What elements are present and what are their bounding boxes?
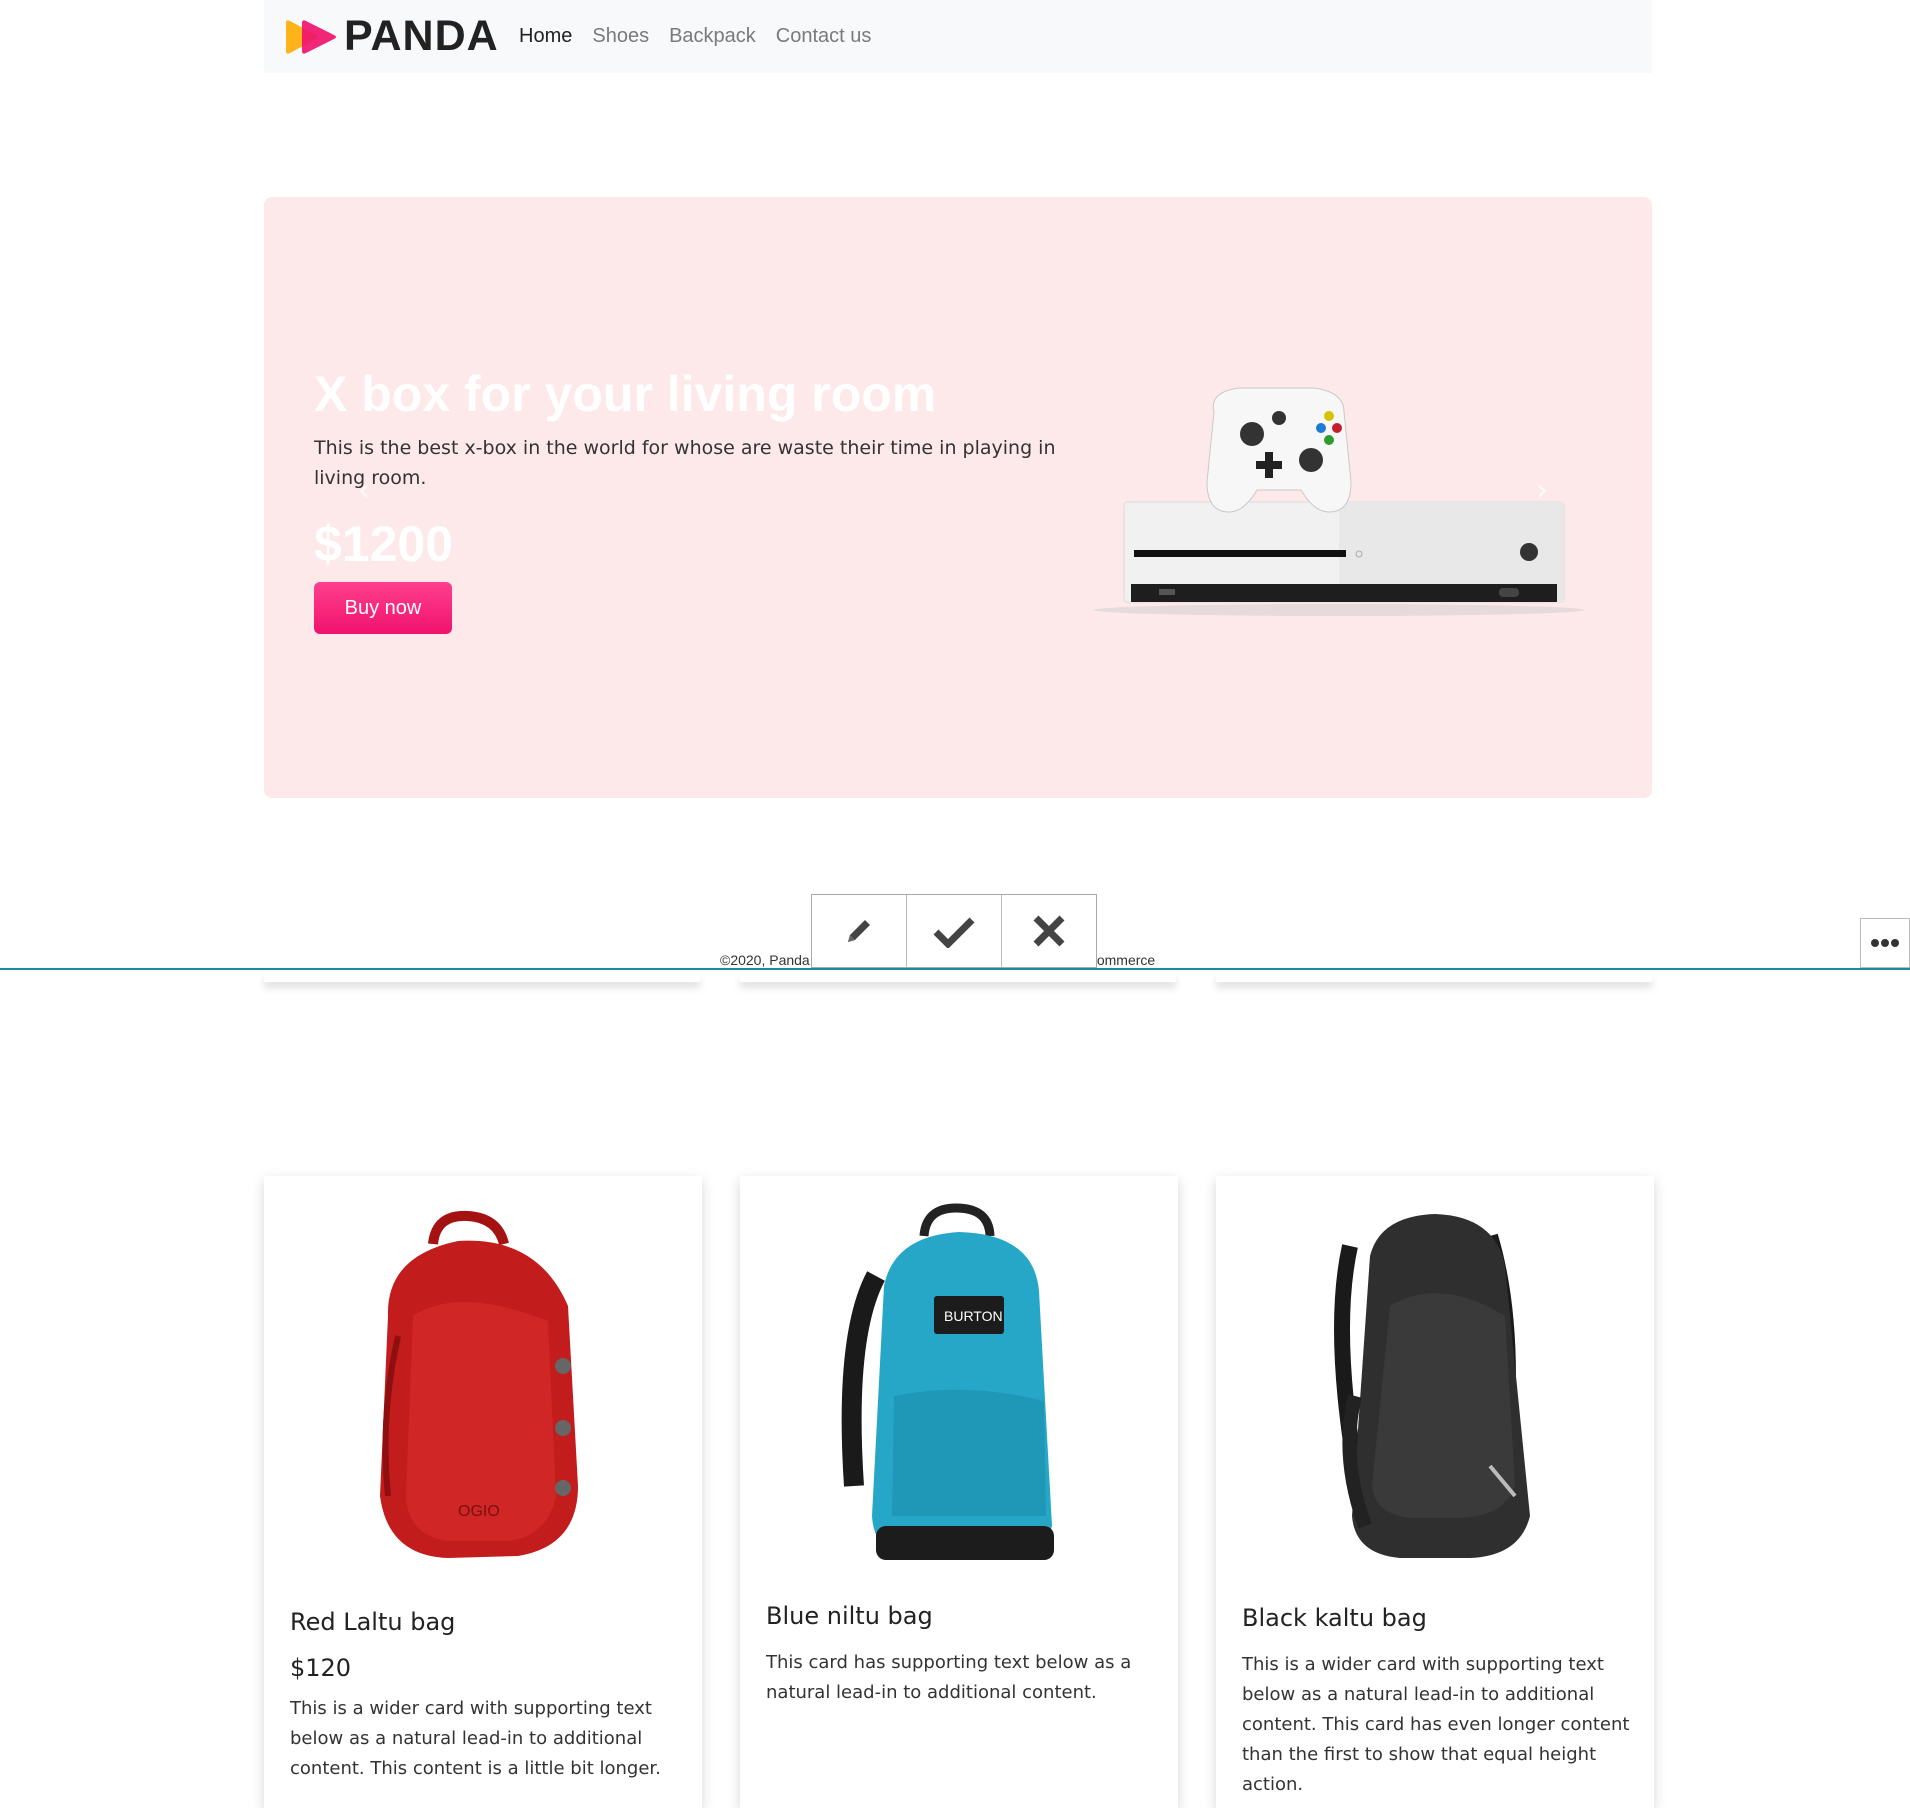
brand[interactable]: PANDA: [282, 0, 499, 73]
check-icon[interactable]: [907, 895, 1002, 967]
nav-links: Home Shoes Backpack Contact us: [519, 0, 891, 73]
hero-carousel: X box for your living room This is the b…: [264, 197, 1652, 798]
product-description: This is a wider card with supporting tex…: [290, 1698, 661, 1779]
nav-contact-us[interactable]: Contact us: [776, 25, 872, 48]
buy-now-button[interactable]: Buy now: [314, 582, 452, 634]
hero-description: This is the best x-box in the world for …: [314, 437, 1056, 489]
product-title: Black kaltu bag: [1242, 1604, 1427, 1632]
hero-price: $1200: [314, 516, 454, 572]
product-title: Red Laltu bag: [290, 1608, 456, 1636]
card-stub: [264, 972, 700, 982]
navbar: PANDA Home Shoes Backpack Contact us: [264, 0, 1652, 73]
more-icon[interactable]: [1860, 918, 1910, 968]
chevron-left-icon[interactable]: ‹: [358, 473, 370, 508]
footer-divider: [0, 968, 1910, 970]
brand-name: PANDA: [344, 12, 499, 60]
product-card[interactable]: BURTON Blue niltu bag This card has supp…: [740, 1176, 1178, 1808]
red-backpack-image: OGIO: [380, 1210, 578, 1558]
svg-text:BURTON: BURTON: [944, 1308, 1003, 1324]
pencil-icon[interactable]: [812, 895, 907, 967]
xbox-product-image: [1094, 387, 1584, 616]
product-description: This card has supporting text below as a…: [766, 1652, 1132, 1703]
product-card[interactable]: Black kaltu bag This is a wider card wit…: [1216, 1176, 1654, 1808]
blue-backpack-image: BURTON: [841, 1203, 1054, 1560]
black-backpack-image: [1334, 1214, 1530, 1558]
card-stub: [1216, 972, 1652, 982]
product-description: This is a wider card with supporting tex…: [1242, 1654, 1630, 1795]
nav-shoes[interactable]: Shoes: [592, 25, 649, 48]
svg-text:OGIO: OGIO: [458, 1503, 500, 1520]
card-stub: [740, 972, 1176, 982]
panda-logo-icon: [286, 19, 336, 54]
close-icon[interactable]: [1002, 895, 1096, 967]
product-title: Blue niltu bag: [766, 1602, 933, 1630]
product-card[interactable]: OGIO Red Laltu bag $120 This is a wider …: [264, 1176, 702, 1808]
nav-home[interactable]: Home: [519, 25, 572, 48]
product-price: $120: [290, 1654, 352, 1682]
editor-toolbar: [811, 894, 1097, 968]
nav-backpack[interactable]: Backpack: [669, 25, 756, 48]
hero-title: X box for your living room: [314, 366, 937, 422]
